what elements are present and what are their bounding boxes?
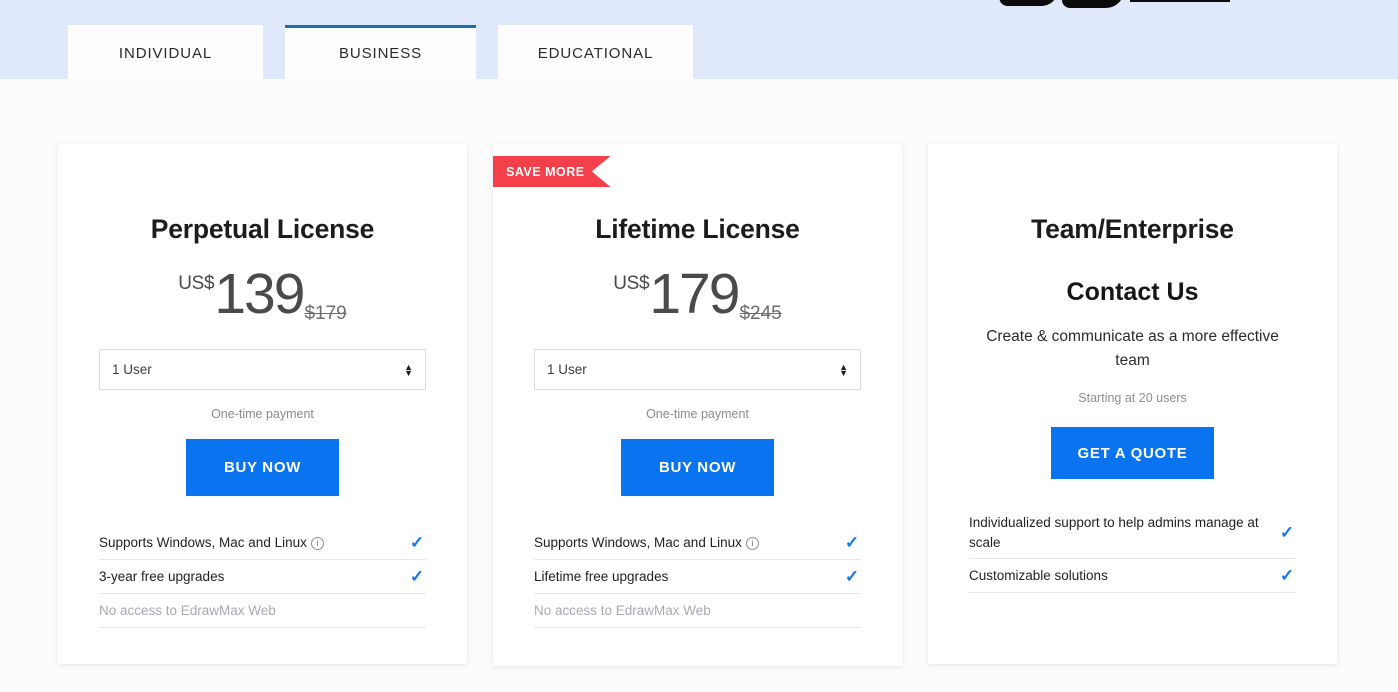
price-amount: 139	[214, 262, 305, 326]
feature-label: Supports Windows, Mac and Linux i	[534, 533, 843, 553]
pricing-card-lifetime: SAVE MORE Lifetime License US$ 179 $245 …	[493, 144, 902, 666]
pricing-card-perpetual: Perpetual License US$ 139 $179 1 User ▲ ▼…	[58, 144, 467, 664]
stepper-icon[interactable]: ▲ ▼	[404, 362, 413, 377]
card-title: Team/Enterprise	[1031, 214, 1234, 244]
feature-row: Supports Windows, Mac and Linux i ✓	[534, 526, 861, 560]
contact-us-heading: Contact Us	[1066, 278, 1199, 306]
feature-label: Customizable solutions	[969, 567, 1108, 583]
enterprise-description: Create & communicate as a more effective…	[986, 328, 1279, 370]
payment-note: One-time payment	[646, 407, 749, 421]
feature-label: 3-year free upgrades	[99, 568, 225, 584]
check-icon: ✓	[844, 532, 860, 552]
tab-business[interactable]: BUSINESS	[285, 25, 476, 79]
price-original: $245	[739, 303, 782, 324]
price-currency: US$	[178, 273, 215, 294]
price-block: US$ 179 $245	[534, 262, 861, 329]
stepper-icon[interactable]: ▲ ▼	[839, 362, 848, 377]
feature-row: No access to EdrawMax Web ✓	[534, 594, 861, 628]
check-icon: ✓	[1279, 522, 1295, 542]
buy-now-button[interactable]: BUY NOW	[186, 439, 339, 496]
cutoff-blue-bar	[1130, 0, 1230, 2]
feature-list: Individualized support to help admins ma…	[969, 507, 1296, 594]
feature-label: No access to EdrawMax Web	[534, 602, 711, 618]
feature-row: Lifetime free upgrades ✓	[534, 560, 861, 594]
tab-educational-label: EDUCATIONAL	[537, 45, 654, 62]
tab-individual-label: INDIVIDUAL	[118, 45, 213, 62]
check-icon: ✓	[409, 532, 425, 552]
pricing-tab-bar: INDIVIDUAL BUSINESS EDUCATIONAL	[68, 25, 693, 79]
feature-row: No access to EdrawMax Web ✓	[99, 594, 426, 628]
check-icon: ✓	[1279, 565, 1295, 585]
info-icon[interactable]: i	[745, 536, 759, 550]
tab-business-label: BUSINESS	[338, 45, 423, 62]
feature-label: Individualized support to help admins ma…	[969, 515, 1259, 550]
user-count-select[interactable]: 1 User ▲ ▼	[534, 349, 861, 390]
feature-list: Supports Windows, Mac and Linux i ✓ Lifet…	[534, 526, 861, 628]
payment-note: One-time payment	[211, 407, 314, 421]
feature-row: Supports Windows, Mac and Linux i ✓	[99, 526, 426, 560]
tab-educational[interactable]: EDUCATIONAL	[498, 25, 693, 79]
cutoff-shape-left	[997, 0, 1061, 6]
price-currency: US$	[613, 273, 650, 294]
feature-row: 3-year free upgrades ✓	[99, 560, 426, 594]
check-icon: ✓	[844, 566, 860, 586]
price-amount: 179	[649, 262, 740, 326]
pricing-card-enterprise: Team/Enterprise Contact Us Create & comm…	[928, 144, 1337, 664]
feature-row: Individualized support to help admins ma…	[969, 507, 1296, 560]
feature-label: Supports Windows, Mac and Linux i	[99, 533, 408, 553]
buy-now-button[interactable]: BUY NOW	[621, 439, 774, 496]
user-count-value: 1 User	[112, 362, 152, 377]
user-count-value: 1 User	[547, 362, 587, 377]
tab-individual[interactable]: INDIVIDUAL	[68, 25, 263, 79]
card-title: Perpetual License	[150, 214, 375, 244]
cutoff-header-artwork	[997, 0, 1230, 8]
user-count-select[interactable]: 1 User ▲ ▼	[99, 349, 426, 390]
feature-label: Lifetime free upgrades	[534, 568, 669, 584]
check-icon: ✓	[409, 566, 425, 586]
pricing-card-list: Perpetual License US$ 139 $179 1 User ▲ ▼…	[58, 144, 1340, 666]
feature-list: Supports Windows, Mac and Linux i ✓ 3-yea…	[99, 526, 426, 628]
enterprise-note: Starting at 20 users	[1078, 391, 1187, 406]
info-icon[interactable]: i	[310, 536, 324, 550]
price-original: $179	[304, 303, 347, 324]
get-a-quote-button[interactable]: GET A QUOTE	[1051, 427, 1214, 480]
feature-row: Customizable solutions ✓	[969, 559, 1296, 594]
price-block: US$ 139 $179	[99, 262, 426, 329]
feature-label: No access to EdrawMax Web	[99, 602, 276, 618]
cutoff-shape-right	[1062, 0, 1124, 8]
